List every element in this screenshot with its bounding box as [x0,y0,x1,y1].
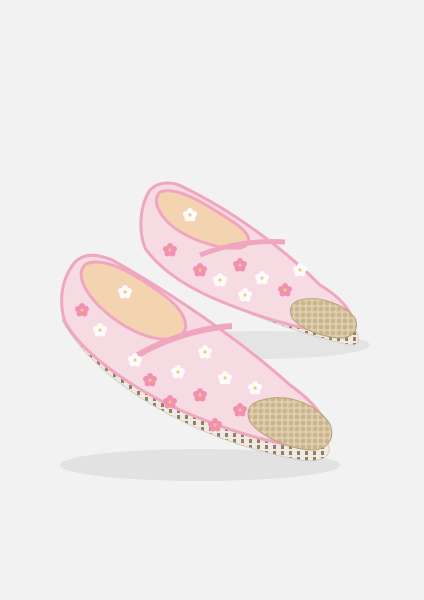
espadrille-photo [0,0,424,600]
espadrilles-illustration [60,181,370,481]
product-photo-frame [0,0,424,600]
